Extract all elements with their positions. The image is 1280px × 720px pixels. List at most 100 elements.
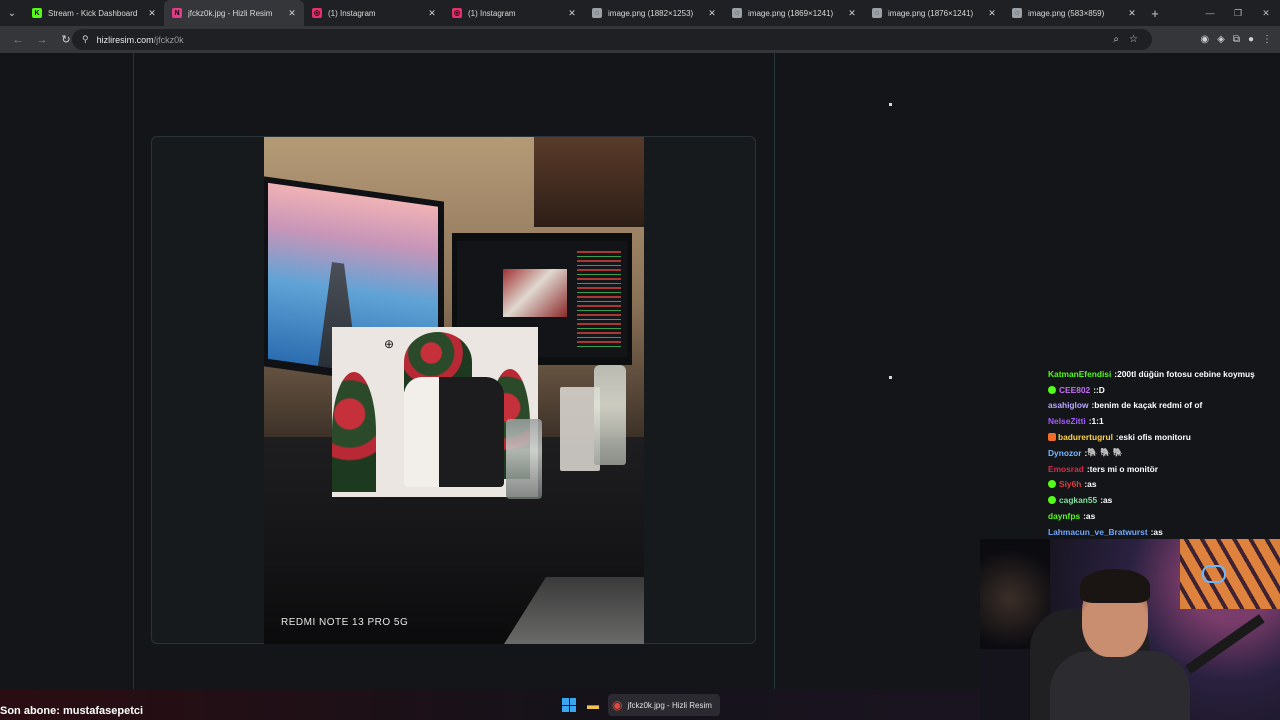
tab-title: image.png (583×859) — [1028, 8, 1105, 18]
chat-text: 1:1 — [1091, 416, 1104, 427]
zoom-icon[interactable]: ⌕ — [1113, 34, 1119, 45]
chat-username: daynfps — [1048, 511, 1081, 522]
webcam-gamepad-neon — [1202, 565, 1226, 583]
panel-divider — [133, 53, 134, 689]
panel-divider — [774, 53, 775, 689]
chat-badge-icon — [1048, 496, 1056, 505]
browser-tab[interactable]: ◌ image.png (1869×1241) ✕ — [724, 0, 864, 26]
restore-icon[interactable]: ❐ — [1224, 0, 1252, 26]
browser-tab[interactable]: ◎ (1) Instagram ✕ — [444, 0, 584, 26]
tab-search-menu-icon[interactable]: ⌄ — [0, 0, 24, 26]
browser-tab[interactable]: ◌ image.png (1876×1241) ✕ — [864, 0, 1004, 26]
chrome-icon: ◉ — [612, 698, 623, 712]
site-info-icon[interactable]: ⚲ — [82, 34, 89, 45]
tab-favicon-icon: ◌ — [732, 8, 742, 18]
tab-favicon-icon: K — [32, 8, 42, 18]
browser-tab[interactable]: ◎ (1) Instagram ✕ — [304, 0, 444, 26]
new-tab-button[interactable]: + — [1144, 6, 1166, 21]
forward-icon[interactable]: → — [30, 29, 54, 51]
chat-message: Dynozor: 🐘 🐘 🐘 — [1048, 445, 1280, 461]
marker-dot — [889, 376, 892, 379]
chat-username: Lahmacun_ve_Bratwurst — [1048, 526, 1148, 537]
chat-text: eski ofis monitoru — [1118, 432, 1191, 443]
photo-shelf — [534, 137, 644, 227]
window-controls: — ❐ ✕ — [1196, 0, 1280, 26]
taskbar: ▬ ◉ jfckz0k.jpg - Hizli Resim — [560, 694, 720, 716]
tab-close-icon[interactable]: ✕ — [566, 8, 578, 19]
photo-watermark: REDMI NOTE 13 PRO 5G — [281, 617, 409, 628]
extension-icon[interactable]: ◈ — [1217, 34, 1225, 45]
zoom-in-icon[interactable]: ⊕ — [384, 337, 398, 351]
chat-message: NelseZitti: 1:1 — [1048, 413, 1280, 429]
extensions-area: ◉ ◈ ⧉ ● ⋮ — [1200, 29, 1272, 50]
webcam-hair — [1080, 569, 1150, 603]
address-bar[interactable]: ⚲ hizliresim.com/jfckz0k ⌕ ☆ — [72, 29, 1152, 50]
webcam-overlay — [980, 539, 1280, 720]
chat-username: CEE802 — [1059, 384, 1091, 395]
last-subscriber-text: Son abone: mustafasepetci — [0, 705, 144, 717]
file-explorer-icon[interactable]: ▬ — [584, 696, 602, 714]
browser-tab[interactable]: ◌ image.png (583×859) ✕ — [1004, 0, 1144, 26]
minimize-icon[interactable]: — — [1196, 0, 1224, 26]
chat-message: Emosrad: ters mi o monitör — [1048, 461, 1280, 477]
chat-text: as — [1087, 479, 1097, 490]
marker-dot — [889, 103, 892, 106]
chat-message: daynfps: as — [1048, 508, 1280, 524]
chat-message: cagkan55: as — [1048, 492, 1280, 508]
bookmark-star-icon[interactable]: ☆ — [1129, 34, 1138, 45]
tab-favicon-icon: ◎ — [452, 8, 462, 18]
extensions-puzzle-icon[interactable]: ⧉ — [1233, 34, 1240, 45]
photo-flower-arch — [332, 372, 376, 492]
chat-message: CEE802: :D — [1048, 382, 1280, 398]
back-icon[interactable]: ← — [6, 29, 30, 51]
windows-start-icon[interactable] — [560, 696, 578, 714]
more-menu-icon[interactable]: ⋮ — [1262, 34, 1272, 45]
screen: ⌄ K Stream - Kick Dashboard ✕ Njfckz0k.jpg … — [0, 0, 1280, 720]
photo-monitor-chat — [577, 251, 621, 347]
close-window-icon[interactable]: ✕ — [1252, 0, 1280, 26]
webcam-body — [1050, 651, 1190, 720]
chat-text: as — [1085, 511, 1096, 522]
tab-close-icon[interactable]: ✕ — [1126, 8, 1138, 19]
tab-close-icon[interactable]: ✕ — [846, 8, 858, 19]
chat-username: KatmanEfendisi — [1048, 368, 1112, 379]
tab-title: jfckz0k.jpg - Hizli Resim — [188, 8, 273, 18]
stream-chat-overlay: KatmanEfendisi: 200tl düğün fotosu cebin… — [1048, 366, 1280, 540]
chat-text: 200tl düğün fotosu cebine koymuş — [1117, 368, 1255, 379]
stream-bottom-banner — [0, 689, 980, 720]
tab-favicon-icon: ◌ — [872, 8, 882, 18]
tab-close-icon[interactable]: ✕ — [426, 8, 438, 19]
profile-avatar-icon[interactable]: ● — [1248, 34, 1254, 45]
photo-monitor-image — [503, 269, 567, 317]
tab-favicon-icon: ◌ — [1012, 8, 1022, 18]
chat-badge-icon — [1048, 385, 1056, 394]
browser-tab[interactable]: ◌ image.png (1882×1253) ✕ — [584, 0, 724, 26]
tab-close-icon[interactable]: ✕ — [286, 8, 298, 19]
browser-toolbar: ← → ↻ ⚲ hizliresim.com/jfckz0k ⌕ ☆ ◉ ◈ ⧉… — [0, 26, 1280, 53]
chat-text: as — [1102, 495, 1113, 506]
tab-title: (1) Instagram — [468, 8, 516, 18]
chat-username: Dynozor — [1048, 447, 1082, 458]
chat-text: ters mi o monitör — [1089, 463, 1159, 474]
taskbar-chrome-app[interactable]: ◉ jfckz0k.jpg - Hizli Resim — [608, 694, 720, 716]
tab-title: (1) Instagram — [328, 8, 376, 18]
photo-bottle — [594, 365, 626, 465]
uploaded-photo[interactable]: ⊕ REDMI NOTE 13 PRO 5G — [264, 137, 644, 644]
photo-couple-figures — [404, 377, 504, 487]
tab-close-icon[interactable]: ✕ — [706, 8, 718, 19]
chat-message: badurertugrul: eski ofis monitoru — [1048, 429, 1280, 445]
browser-tab[interactable]: Njfckz0k.jpg - Hizli Resim ✕ — [164, 0, 304, 26]
tab-title: image.png (1869×1241) — [748, 8, 834, 18]
tab-close-icon[interactable]: ✕ — [146, 8, 158, 19]
image-preview-card: ⊕ REDMI NOTE 13 PRO 5G — [151, 136, 756, 644]
chat-badge-icon — [1048, 480, 1056, 489]
browser-tab[interactable]: K Stream - Kick Dashboard ✕ — [24, 0, 164, 26]
chat-username: asahiglow — [1048, 400, 1089, 411]
tab-close-icon[interactable]: ✕ — [986, 8, 998, 19]
tab-favicon-icon: N — [172, 8, 182, 18]
tab-title: image.png (1876×1241) — [888, 8, 974, 18]
chat-badge-icon — [1048, 433, 1056, 442]
chat-message: KatmanEfendisi: 200tl düğün fotosu cebin… — [1048, 366, 1280, 382]
webcam-hex-lights — [1180, 539, 1280, 609]
extension-icon[interactable]: ◉ — [1200, 34, 1209, 45]
